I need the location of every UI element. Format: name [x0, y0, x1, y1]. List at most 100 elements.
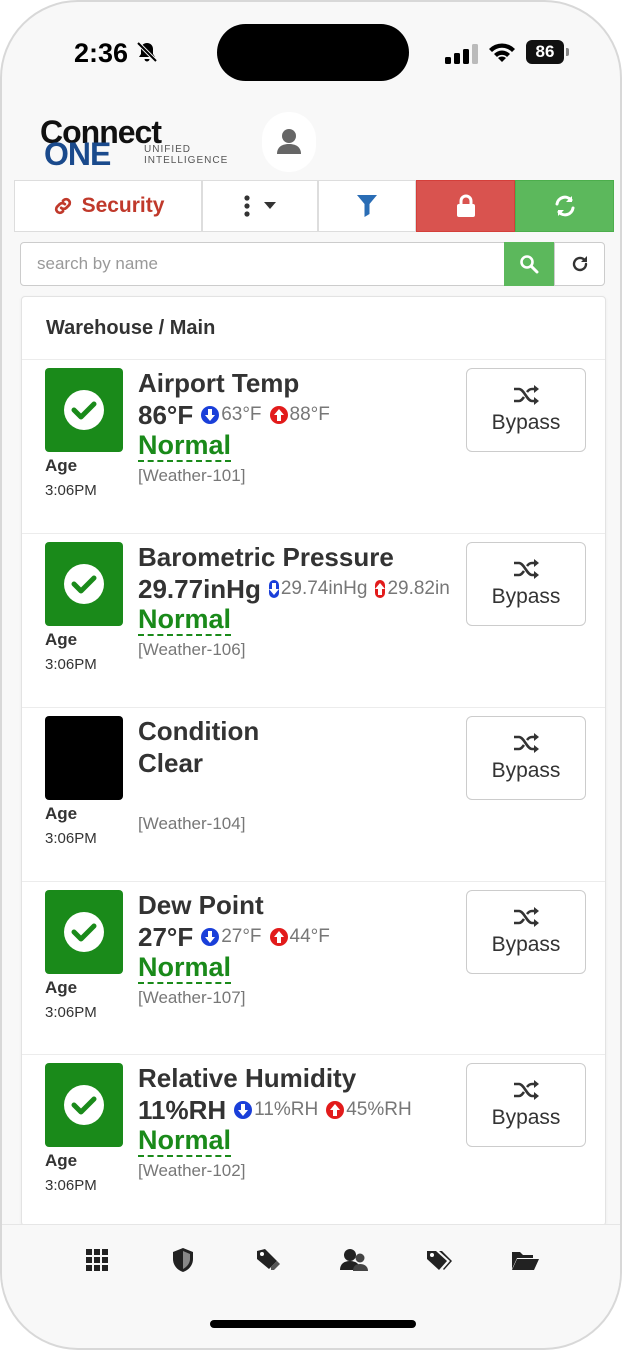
- bypass-label: Bypass: [491, 585, 561, 608]
- filter-button[interactable]: [318, 180, 416, 232]
- high-limit: 44°F: [289, 926, 330, 947]
- home-indicator: [210, 1320, 416, 1328]
- age-label: Age: [45, 1151, 78, 1170]
- search-icon: [520, 255, 539, 274]
- shuffle-icon: [514, 1080, 539, 1100]
- lock-icon: [456, 194, 475, 217]
- sensor-reading: 27°F 27°F 44°F: [138, 920, 450, 954]
- wifi-icon: [489, 43, 515, 62]
- grid-icon[interactable]: [82, 1245, 112, 1275]
- bypass-button[interactable]: Bypass: [466, 716, 586, 800]
- bypass-button[interactable]: Bypass: [466, 368, 586, 452]
- bypass-button[interactable]: Bypass: [466, 542, 586, 626]
- sensor-value: 86°F: [138, 399, 194, 430]
- status-indicator: [45, 890, 123, 974]
- age-time: 3:06PM: [45, 656, 97, 673]
- dynamic-island: [217, 24, 409, 81]
- low-arrow-icon: [234, 1101, 253, 1119]
- top-toolbar: Security: [14, 180, 614, 232]
- sync-button[interactable]: [515, 180, 614, 232]
- low-arrow-icon: [201, 406, 220, 424]
- logo-sub-unified: UNIFIED: [144, 144, 191, 155]
- sensor-name: Dew Point: [138, 890, 264, 920]
- bypass-label: Bypass: [491, 1106, 561, 1129]
- filter-icon: [357, 195, 377, 217]
- cellular-signal-icon: [445, 44, 478, 64]
- battery-tip: [566, 48, 569, 56]
- vertical-dots-icon: [244, 195, 250, 217]
- link-icon: [54, 197, 71, 215]
- bypass-label: Bypass: [491, 933, 561, 956]
- check-circle-icon: [64, 912, 104, 952]
- high-limit: 29.82inHg: [387, 578, 450, 599]
- list-item: Age 3:06PM Barometric Pressure 29.77inHg…: [22, 533, 605, 707]
- high-arrow-icon: [269, 406, 288, 424]
- lock-button[interactable]: [416, 180, 515, 232]
- bypass-label: Bypass: [491, 759, 561, 782]
- security-label: Security: [81, 194, 165, 217]
- refresh-icon: [572, 256, 587, 272]
- sensor-state[interactable]: Normal: [138, 952, 232, 984]
- low-arrow-icon: [201, 928, 220, 946]
- users-icon[interactable]: [339, 1245, 369, 1275]
- search-button[interactable]: [504, 242, 554, 286]
- age-time: 3:06PM: [45, 1004, 97, 1021]
- sensor-name: Relative Humidity: [138, 1063, 357, 1093]
- check-circle-icon: [64, 390, 104, 430]
- user-avatar-button[interactable]: [262, 112, 316, 172]
- list-item: Age 3:06PM Dew Point 27°F 27°F 44°F Norm…: [22, 881, 605, 1055]
- bypass-button[interactable]: Bypass: [466, 890, 586, 974]
- caret-down-icon: [264, 202, 276, 209]
- status-indicator: [45, 716, 123, 800]
- high-arrow-icon: [326, 1101, 345, 1119]
- high-arrow-icon: [269, 928, 288, 946]
- check-circle-icon: [64, 564, 104, 604]
- refresh-button[interactable]: [554, 242, 605, 286]
- sensor-state[interactable]: Normal: [138, 604, 232, 636]
- sensor-reading: 11%RH 11%RH 45%RH: [138, 1093, 450, 1127]
- tags-edit-icon[interactable]: [253, 1245, 283, 1275]
- sensor-code: [Weather-102]: [138, 1161, 246, 1180]
- silent-bell-icon: [136, 41, 158, 63]
- sensor-state[interactable]: Normal: [138, 430, 232, 462]
- list-item: Age 3:06PM Airport Temp 86°F 63°F 88°F N…: [22, 359, 605, 533]
- logo-sub-intelligence: INTELLIGENCE: [144, 155, 229, 166]
- sensor-code: [Weather-106]: [138, 640, 246, 659]
- list-item: Age 3:06PM Condition Clear [Weather-104]…: [22, 707, 605, 881]
- bypass-button[interactable]: Bypass: [466, 1063, 586, 1147]
- age-time: 3:06PM: [45, 482, 97, 499]
- battery-level: 86: [526, 40, 564, 64]
- phone-frame: 2:36 86 Connect ONE UNIFIED INTELLIGENCE: [0, 0, 622, 1350]
- sensor-value: 29.77inHg: [138, 573, 261, 604]
- more-menu-dropdown[interactable]: [202, 180, 318, 232]
- connectone-logo[interactable]: Connect ONE UNIFIED INTELLIGENCE: [40, 114, 240, 174]
- low-limit: 27°F: [221, 926, 262, 947]
- status-indicator: [45, 368, 123, 452]
- age-time: 3:06PM: [45, 1177, 97, 1194]
- tag-icon[interactable]: [424, 1245, 454, 1275]
- shuffle-icon: [514, 385, 539, 405]
- low-limit: 11%RH: [254, 1099, 319, 1120]
- sensor-value: Clear: [138, 748, 204, 778]
- age-label: Age: [45, 456, 78, 475]
- search-input[interactable]: [20, 242, 506, 286]
- age-label: Age: [45, 630, 78, 649]
- sensor-state[interactable]: Normal: [138, 1125, 232, 1157]
- user-icon: [277, 129, 301, 154]
- age-label: Age: [45, 804, 78, 823]
- sensor-value: 11%RH: [138, 1094, 227, 1125]
- sensor-reading: 29.77inHg 29.74inHg 29.82inHg: [138, 572, 450, 606]
- shield-icon[interactable]: [168, 1245, 198, 1275]
- age-label: Age: [45, 978, 78, 997]
- list-item: Age 3:06PM Relative Humidity 11%RH 11%RH…: [22, 1054, 605, 1225]
- bottom-nav: [2, 1224, 620, 1294]
- sensor-value: 27°F: [138, 921, 194, 952]
- low-limit: 29.74inHg: [280, 578, 368, 599]
- security-button[interactable]: Security: [14, 180, 202, 232]
- shuffle-icon: [514, 559, 539, 579]
- bypass-label: Bypass: [491, 411, 561, 434]
- sensor-reading: 86°F 63°F 88°F: [138, 398, 450, 432]
- folder-open-icon[interactable]: [510, 1245, 540, 1275]
- high-limit: 88°F: [289, 404, 330, 425]
- high-arrow-icon: [375, 580, 386, 598]
